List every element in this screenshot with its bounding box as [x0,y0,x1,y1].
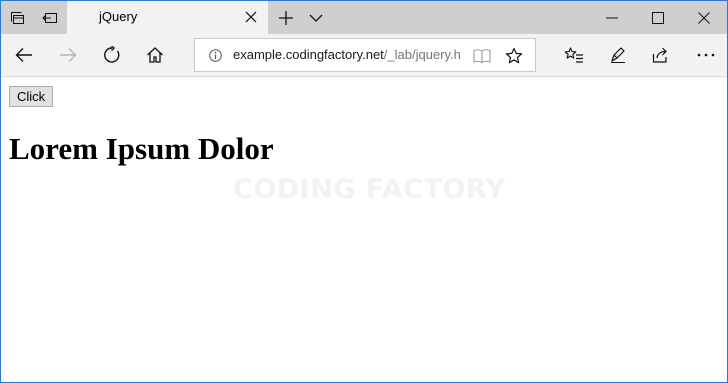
close-tab-icon[interactable] [243,9,259,25]
watermark: CODING FACTORY [233,174,506,205]
refresh-icon[interactable] [95,38,129,72]
forward-arrow-icon [51,38,85,72]
page-content: Click Lorem Ipsum Dolor CODING FACTORY [1,78,727,382]
favorites-hub-icon[interactable] [557,38,591,72]
browser-window: jQuery example.codingfactory.net/_lab/jq… [0,0,728,383]
share-icon[interactable] [644,38,678,72]
tab-active[interactable]: jQuery [67,1,268,34]
chevron-down-icon[interactable] [299,1,333,34]
page-heading: Lorem Ipsum Dolor [9,131,274,166]
more-icon[interactable] [689,38,723,72]
click-button[interactable]: Click [9,86,54,107]
pen-icon[interactable] [601,38,635,72]
close-icon[interactable] [681,1,727,34]
address-path: /_lab/jquery.ht [383,47,461,62]
back-arrow-icon[interactable] [7,38,41,72]
set-tabs-aside-icon[interactable] [33,1,67,34]
address-host: example.codingfactory.net [233,47,384,62]
address-url[interactable]: example.codingfactory.net/_lab/jquery.ht [233,47,461,62]
address-bar[interactable]: example.codingfactory.net/_lab/jquery.ht [194,38,536,72]
reading-view-icon [472,46,492,66]
favorite-star-icon[interactable] [504,46,524,66]
tabs-aside-icon[interactable] [1,1,35,34]
home-icon[interactable] [138,38,172,72]
tab-title: jQuery [99,9,138,24]
info-icon[interactable] [208,48,222,62]
navigation-bar: example.codingfactory.net/_lab/jquery.ht [1,34,727,77]
maximize-icon[interactable] [635,1,681,34]
tab-bar: jQuery [1,1,727,34]
plus-icon[interactable] [269,1,303,34]
minimize-icon[interactable] [589,1,635,34]
